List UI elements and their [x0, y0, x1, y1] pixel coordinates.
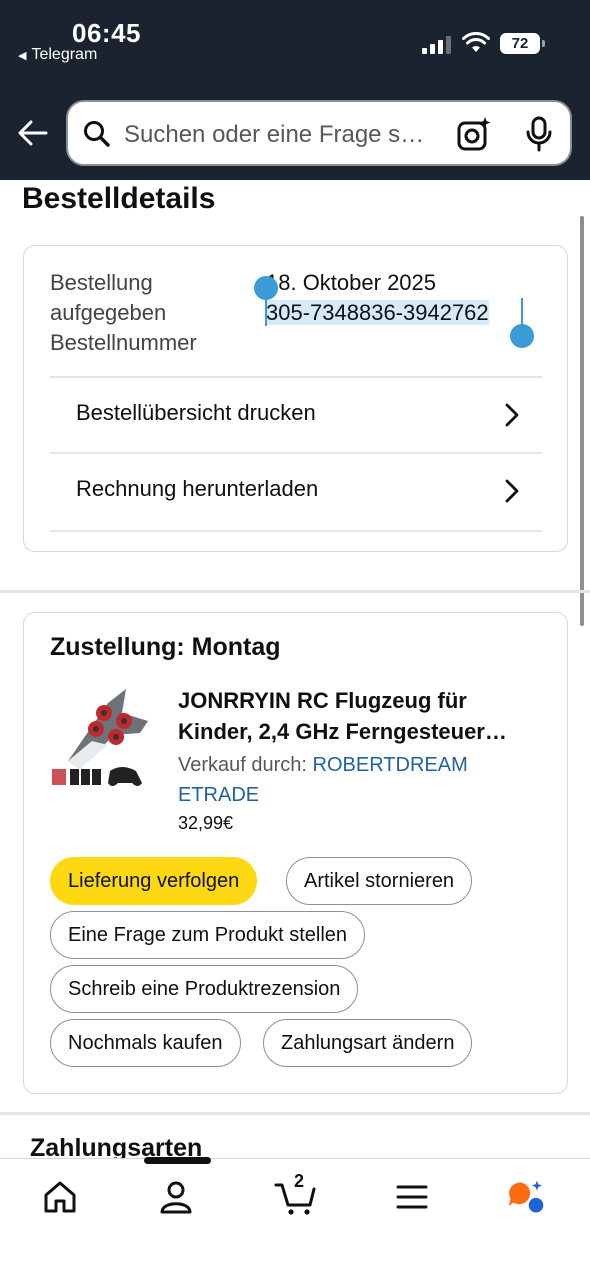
page-title: Bestelldetails: [22, 182, 216, 215]
back-arrow-icon[interactable]: [16, 116, 50, 150]
product-image[interactable]: [48, 683, 158, 798]
top-bar: 06:45 ◀ Telegram 72: [0, 0, 590, 180]
cart-button[interactable]: 2: [274, 1171, 318, 1217]
write-review-button[interactable]: Schreib eine Produktrezension: [50, 965, 359, 1013]
order-info-card: Bestellung aufgegeben Bestellnummer 18. …: [23, 245, 568, 552]
back-to-telegram[interactable]: ◀ Telegram: [18, 46, 97, 64]
divider: [50, 530, 542, 532]
cart-count-badge: 2: [294, 1171, 305, 1191]
signal-icon: [422, 36, 452, 54]
track-delivery-button[interactable]: Lieferung verfolgen: [50, 857, 258, 905]
camera-lens-icon[interactable]: [456, 116, 492, 152]
order-info-values: 18. Oktober 2025 305-7348836-3942762: [266, 268, 489, 328]
product-title-line1: JONRRYIN RC Flugzeug für: [178, 688, 467, 713]
selection-end-handle[interactable]: [510, 298, 534, 348]
label-order-placed-1: Bestellung: [50, 270, 153, 295]
assistant-icon[interactable]: [506, 1177, 546, 1217]
seller-info: Verkauf durch: ROBERTDREAM ETRADE: [178, 750, 518, 810]
chevron-right-icon: [505, 403, 519, 427]
seller-link-part2[interactable]: ETRADE: [178, 784, 259, 806]
chevron-right-icon: [505, 479, 519, 503]
microphone-icon[interactable]: [524, 116, 554, 152]
print-summary-link[interactable]: Bestellübersicht drucken: [50, 376, 542, 453]
ask-question-button[interactable]: Eine Frage zum Produkt stellen: [50, 911, 366, 959]
delivery-card: Zustellung: Montag JONRRYIN RC Flugzeug …: [23, 612, 568, 1094]
status-time: 06:45: [72, 18, 141, 48]
battery-icon: 72: [500, 33, 545, 54]
print-summary-label: Bestellübersicht drucken: [76, 400, 316, 425]
order-info-labels: Bestellung aufgegeben Bestellnummer: [50, 268, 197, 358]
order-number[interactable]: 305-7348836-3942762: [266, 300, 489, 325]
menu-icon[interactable]: [392, 1177, 432, 1217]
change-payment-button[interactable]: Zahlungsart ändern: [263, 1019, 473, 1067]
seller-prefix: Verkauf durch:: [178, 754, 307, 776]
wifi-icon: [462, 32, 490, 52]
back-app-label: Telegram: [31, 46, 98, 63]
download-invoice-label: Rechnung herunterladen: [76, 476, 319, 501]
selection-start-handle[interactable]: [254, 276, 278, 326]
account-icon[interactable]: [156, 1177, 196, 1217]
download-invoice-link[interactable]: Rechnung herunterladen: [50, 452, 542, 529]
search-icon: [84, 121, 110, 147]
product-title[interactable]: JONRRYIN RC Flugzeug für Kinder, 2,4 GHz…: [178, 685, 548, 747]
delivery-title: Zustellung: Montag: [50, 633, 281, 661]
product-price: 32,99€: [178, 813, 234, 833]
home-icon[interactable]: [40, 1177, 80, 1217]
section-divider: [0, 590, 590, 593]
seller-link-part1[interactable]: ROBERTDREAM: [313, 754, 468, 776]
label-order-placed-2: aufgegeben: [50, 300, 167, 325]
cancel-item-button[interactable]: Artikel stornieren: [286, 857, 473, 905]
scrollbar[interactable]: [580, 216, 584, 626]
home-indicator: [144, 1157, 211, 1164]
buy-again-button[interactable]: Nochmals kaufen: [50, 1019, 241, 1067]
back-triangle-icon: ◀: [18, 50, 27, 62]
product-title-line2: Kinder, 2,4 GHz Ferngesteuer…: [178, 719, 507, 744]
order-date: 18. Oktober 2025: [266, 270, 437, 295]
label-order-number: Bestellnummer: [50, 330, 197, 355]
bottom-nav: 2: [0, 1158, 590, 1280]
search-bar[interactable]: [66, 100, 572, 166]
section-divider: [0, 1112, 590, 1115]
search-input[interactable]: [124, 120, 444, 150]
